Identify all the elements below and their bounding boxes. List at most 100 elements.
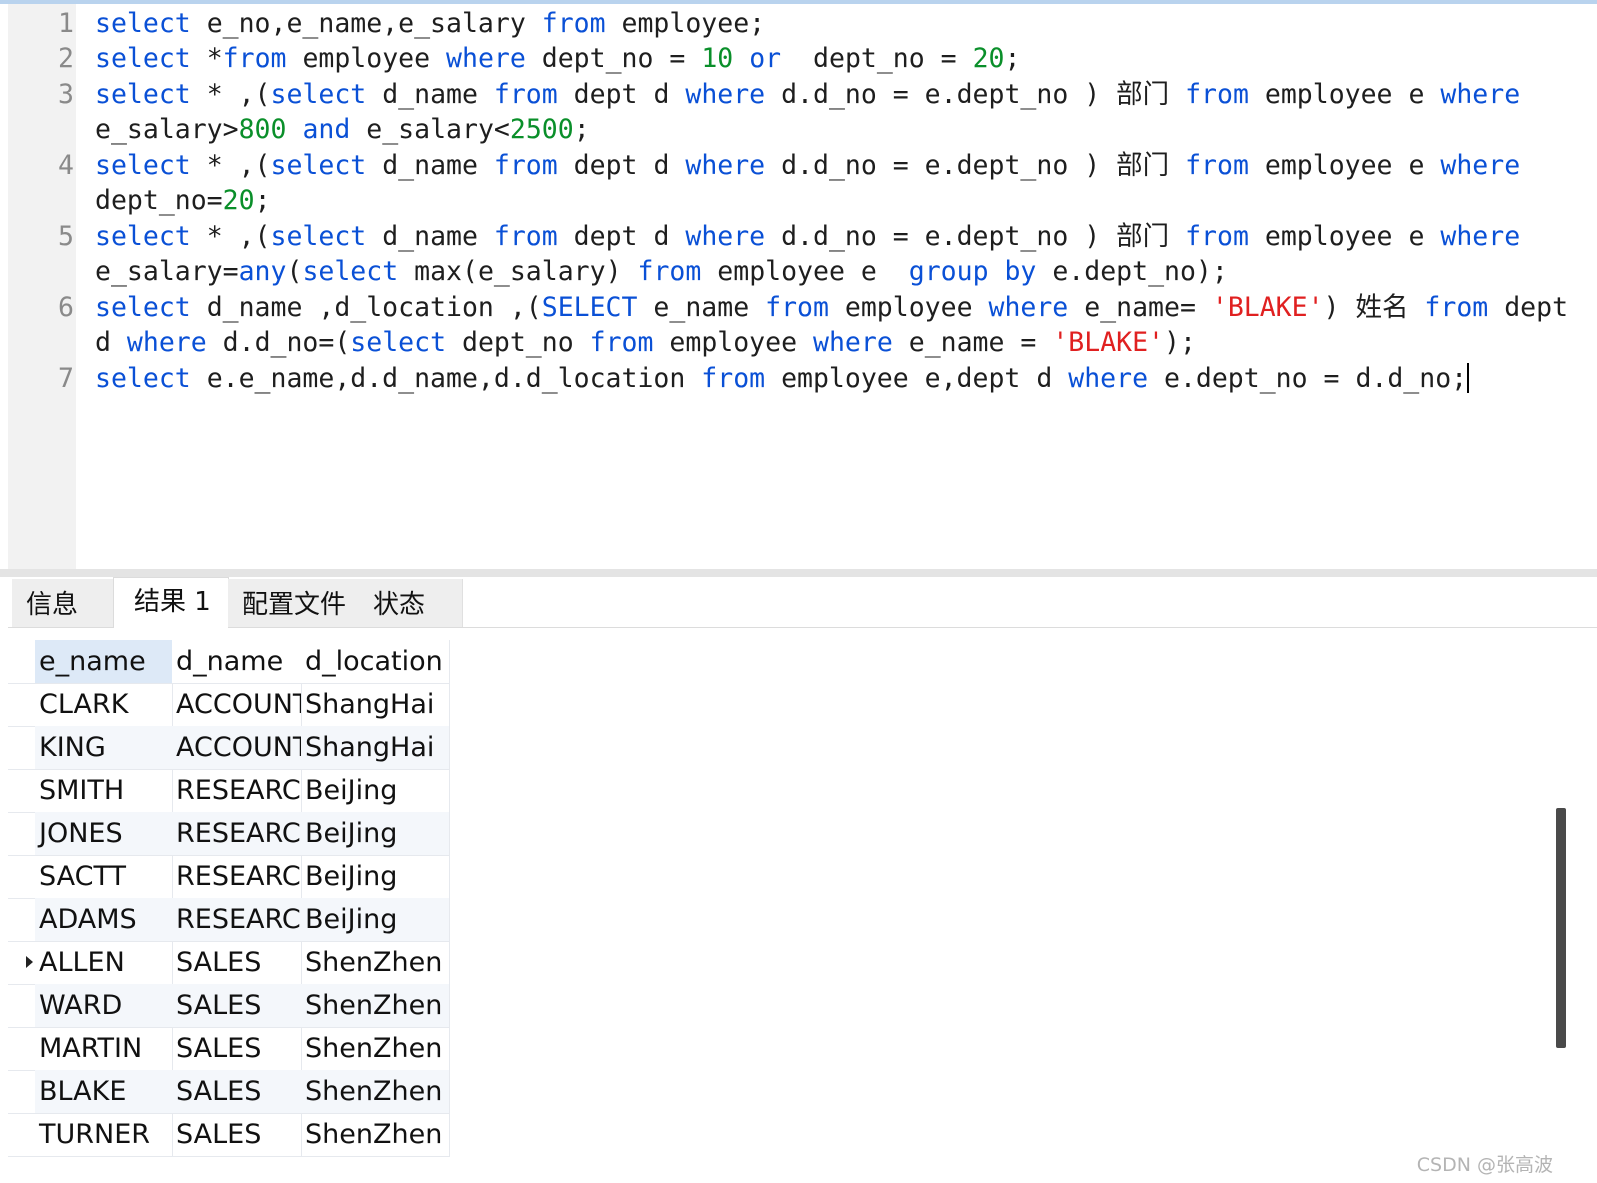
table-cell-e_name[interactable]: MARTIN	[35, 1027, 173, 1070]
keyword-token: select	[270, 221, 367, 252]
text-token: (	[286, 256, 303, 287]
text-token: ;	[1004, 43, 1021, 74]
table-cell-e_name[interactable]: JONES	[35, 812, 173, 855]
line-number: 6	[58, 292, 74, 323]
table-row[interactable]: ADAMSRESEARCHBeiJing	[8, 898, 450, 942]
text-token: d.d_no = e.dept_no ) 部门	[765, 79, 1186, 110]
keyword-token: from	[493, 150, 558, 181]
table-cell-d_location[interactable]: ShenZhen	[301, 941, 450, 984]
keyword-token: and	[302, 114, 351, 145]
vertical-scrollbar-thumb[interactable]	[1556, 808, 1566, 1048]
table-row[interactable]: ALLEN SALES ShenZhen	[8, 941, 450, 985]
table-row[interactable]: SACTTRESEARCHBeiJing	[8, 855, 450, 899]
tab-status[interactable]: 状态	[359, 579, 463, 627]
keyword-token: where	[126, 327, 207, 358]
keyword-token: select	[95, 8, 191, 39]
table-row[interactable]: JONESRESEARCHBeiJing	[8, 812, 450, 856]
text-token: d	[95, 327, 127, 358]
table-cell-d_location[interactable]: ShangHai	[301, 683, 450, 726]
column-header-d_name[interactable]: d_name	[172, 640, 302, 683]
table-cell-d_name[interactable]: SALES	[172, 1113, 302, 1156]
keyword-token: where	[988, 292, 1069, 323]
table-row[interactable]: MARTIN SALES ShenZhen	[8, 1027, 450, 1071]
number-token: 800	[238, 114, 287, 145]
text-token: employee	[286, 43, 447, 74]
column-header-d_location[interactable]: d_location	[301, 640, 450, 683]
table-cell-d_name[interactable]: RESEARCH	[172, 898, 302, 941]
table-cell-d_location[interactable]: ShenZhen	[301, 1027, 450, 1070]
table-cell-d_name[interactable]: SALES	[172, 941, 302, 984]
line-number: 7	[58, 363, 74, 394]
table-row[interactable]: CLARKACCOUNTINGShangHai	[8, 683, 450, 727]
table-cell-e_name[interactable]: SACTT	[35, 855, 173, 898]
keyword-token: select	[302, 256, 399, 287]
text-token: ) 姓名	[1323, 292, 1425, 323]
table-row[interactable]: SMITHRESEARCHBeiJing	[8, 769, 450, 813]
table-cell-e_name[interactable]: KING	[35, 726, 173, 769]
code-text: select * ,(select d_name from dept d whe…	[95, 219, 1520, 255]
keyword-token: or	[749, 43, 782, 74]
table-cell-d_name[interactable]: SALES	[172, 1070, 302, 1113]
text-token: d_name	[366, 221, 494, 252]
table-row[interactable]: WARD SALES ShenZhen	[8, 984, 450, 1028]
keyword-token: where	[685, 79, 766, 110]
table-cell-e_name[interactable]: SMITH	[35, 769, 173, 812]
table-cell-d_name[interactable]: SALES	[172, 984, 302, 1027]
keyword-token: from	[1185, 79, 1249, 110]
table-cell-d_location[interactable]: ShenZhen	[301, 1070, 450, 1113]
tab-info[interactable]: 信息	[12, 579, 114, 627]
text-token: dept d	[557, 79, 686, 110]
string-token: 'BLAKE'	[1211, 292, 1324, 323]
keyword-token: select	[95, 292, 191, 323]
table-cell-d_location[interactable]: ShenZhen	[301, 1113, 450, 1156]
code-text: select d_name ,d_location ,(SELECT e_nam…	[95, 290, 1568, 326]
text-token: e_name=	[1068, 292, 1212, 323]
table-row[interactable]: TURNER SALES ShenZhen	[8, 1113, 450, 1157]
column-header-e_name[interactable]: e_name	[35, 640, 173, 683]
keyword-token: select	[95, 363, 191, 394]
tab-info-label: 信息	[26, 590, 79, 620]
keyword-token: select	[270, 79, 367, 110]
table-cell-d_location[interactable]: BeiJing	[301, 898, 450, 941]
text-token: max(e_salary)	[398, 256, 638, 287]
keyword-token: from	[589, 327, 654, 358]
table-cell-d_name[interactable]: SALES	[172, 1027, 302, 1070]
table-cell-e_name[interactable]: TURNER	[35, 1113, 173, 1156]
line-number: 4	[58, 150, 74, 181]
text-token: dept_no =	[525, 43, 702, 74]
keyword-token: from	[493, 79, 558, 110]
keyword-token: where	[446, 43, 526, 74]
text-token: e_salary=	[95, 256, 239, 287]
table-cell-e_name[interactable]: ADAMS	[35, 898, 173, 941]
tab-profile[interactable]: 配置文件	[228, 579, 360, 627]
table-cell-d_location[interactable]: BeiJing	[301, 855, 450, 898]
tab-result-1[interactable]: 结果 1	[113, 577, 229, 628]
table-row[interactable]: KINGACCOUNTINGShangHai	[8, 726, 450, 770]
keyword-token: SELECT	[541, 292, 638, 323]
table-row[interactable]: BLAKE SALES ShenZhen	[8, 1070, 450, 1114]
keyword-token: select	[270, 150, 367, 181]
number-token: 20	[972, 43, 1005, 74]
table-cell-d_name[interactable]: RESEARCH	[172, 855, 302, 898]
keyword-token: where	[685, 150, 766, 181]
table-cell-d_location[interactable]: ShangHai	[301, 726, 450, 769]
keyword-token: from	[541, 8, 606, 39]
sql-editor[interactable]: 1 select e_no,e_name,e_salary from employ…	[8, 4, 1597, 569]
table-cell-d_location[interactable]: BeiJing	[301, 769, 450, 812]
text-token: * ,(	[190, 150, 271, 181]
table-cell-e_name[interactable]: WARD	[35, 984, 173, 1027]
table-cell-e_name[interactable]: CLARK	[35, 683, 173, 726]
table-cell-d_name[interactable]: ACCOUNTING	[172, 683, 302, 726]
result-grid[interactable]: e_name d_name d_location CLARKACCOUNTING…	[8, 628, 1597, 1183]
text-token: d.d_no = e.dept_no ) 部门	[765, 221, 1186, 252]
table-cell-d_name[interactable]: RESEARCH	[172, 769, 302, 812]
keyword-token: from	[637, 256, 702, 287]
table-cell-e_name[interactable]: ALLEN	[35, 941, 173, 984]
table-cell-d_name[interactable]: ACCOUNTING	[172, 726, 302, 769]
table-cell-d_location[interactable]: BeiJing	[301, 812, 450, 855]
table-cell-d_location[interactable]: ShenZhen	[301, 984, 450, 1027]
text-token: employee	[828, 292, 989, 323]
table-cell-e_name[interactable]: BLAKE	[35, 1070, 173, 1113]
pane-splitter[interactable]	[0, 569, 1597, 577]
table-cell-d_name[interactable]: RESEARCH	[172, 812, 302, 855]
